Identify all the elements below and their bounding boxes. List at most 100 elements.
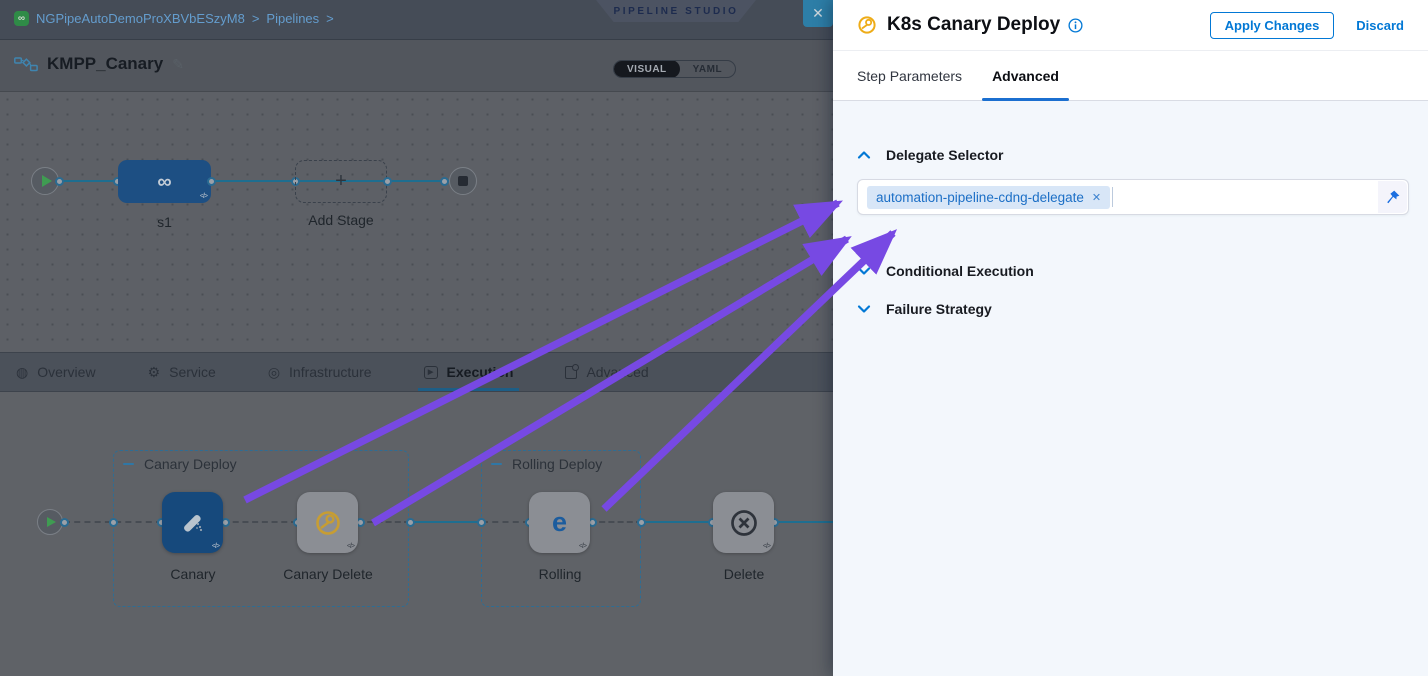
- breadcrumb-separator: >: [326, 11, 334, 26]
- chevron-down-icon: [857, 266, 871, 276]
- rolling-deploy-icon: e: [552, 509, 567, 536]
- delete-icon: [728, 507, 760, 539]
- discard-button[interactable]: Discard: [1356, 18, 1404, 33]
- connector-point: [637, 518, 646, 527]
- pin-icon: [1385, 189, 1401, 205]
- code-icon: </>: [347, 543, 354, 550]
- canary-delete-icon: [313, 508, 343, 538]
- pin-input-button[interactable]: [1378, 181, 1407, 213]
- stage-graph-canvas: ∞ </> + s1 Add Stage: [0, 92, 833, 352]
- delegate-tag-label: automation-pipeline-cdng-delegate: [876, 190, 1084, 205]
- yaml-toggle-button[interactable]: YAML: [680, 60, 735, 78]
- step-config-panel: K8s Canary Deploy Apply Changes Discard …: [833, 0, 1428, 676]
- connector-point: [109, 518, 118, 527]
- stage-label: s1: [118, 214, 211, 230]
- pipeline-studio-badge: PIPELINE STUDIO: [596, 0, 756, 22]
- add-stage-button[interactable]: +: [295, 160, 387, 203]
- section-label: Failure Strategy: [886, 301, 992, 317]
- panel-tab-bar: Step Parameters Advanced: [833, 51, 1428, 101]
- tab-label: Service: [169, 364, 216, 380]
- connector-point: [207, 177, 216, 186]
- tab-label: Advanced: [586, 364, 648, 380]
- pipeline-name: KMPP_Canary: [47, 54, 163, 74]
- panel-title: K8s Canary Deploy: [887, 14, 1060, 36]
- visual-toggle-button[interactable]: VISUAL: [614, 60, 680, 78]
- group-label: Canary Deploy: [144, 456, 237, 472]
- breadcrumb: ∞ NGPipeAutoDemoProXBVbESzyM8 > Pipeline…: [14, 11, 334, 26]
- connector-point: [406, 518, 415, 527]
- section-label: Conditional Execution: [886, 263, 1034, 279]
- edit-pipeline-name-icon[interactable]: ✎: [172, 56, 184, 73]
- step-label: Canary: [147, 566, 239, 582]
- breadcrumb-separator: >: [252, 11, 260, 26]
- breadcrumb-pipelines-link[interactable]: Pipelines: [266, 11, 319, 26]
- tab-label: Execution: [447, 364, 514, 380]
- step-label: Rolling: [514, 566, 606, 582]
- step-canary-delete[interactable]: </>: [297, 492, 358, 553]
- pipeline-end-node: [449, 167, 477, 195]
- section-label: Delegate Selector: [886, 147, 1004, 163]
- collapse-group-icon[interactable]: [491, 463, 502, 465]
- infrastructure-icon: ◎: [268, 365, 280, 379]
- remove-tag-icon[interactable]: ✕: [1092, 191, 1101, 204]
- tab-label: Overview: [37, 364, 95, 380]
- canary-deploy-icon: [176, 506, 210, 540]
- pipeline-studio-canvas: ∞ NGPipeAutoDemoProXBVbESzyM8 > Pipeline…: [0, 0, 833, 676]
- k8s-canary-step-icon: [857, 15, 877, 35]
- group-label: Rolling Deploy: [512, 456, 602, 472]
- tab-service[interactable]: ⚙ Service: [148, 353, 216, 391]
- tab-advanced[interactable]: Advanced: [565, 353, 648, 391]
- pipeline-title-bar: KMPP_Canary ✎ VISUAL YAML: [0, 40, 833, 92]
- section-delegate-selector[interactable]: Delegate Selector: [857, 147, 1409, 163]
- panel-header: K8s Canary Deploy Apply Changes Discard: [833, 0, 1428, 51]
- tab-overview[interactable]: ◍ Overview: [16, 353, 96, 391]
- connector-point: [477, 518, 486, 527]
- solid-connector: [410, 521, 482, 523]
- panel-content: Delegate Selector automation-pipeline-cd…: [833, 101, 1428, 676]
- breadcrumb-project-link[interactable]: NGPipeAutoDemoProXBVbESzyM8: [36, 11, 245, 26]
- overview-icon: ◍: [16, 365, 28, 379]
- dashed-connector: [590, 521, 642, 523]
- solid-connector: [642, 521, 713, 523]
- step-canary[interactable]: </>: [162, 492, 223, 553]
- stage-type-icon: ∞: [157, 172, 171, 192]
- section-failure-strategy[interactable]: Failure Strategy: [857, 301, 1409, 317]
- info-icon[interactable]: [1068, 18, 1083, 33]
- group-label-row: Rolling Deploy: [491, 456, 602, 472]
- connector-point: [60, 518, 69, 527]
- advanced-icon: [565, 366, 577, 379]
- connector-point: [383, 177, 392, 186]
- apply-changes-button[interactable]: Apply Changes: [1210, 12, 1335, 39]
- add-stage-label: Add Stage: [295, 212, 387, 228]
- tab-advanced[interactable]: Advanced: [992, 51, 1059, 100]
- gear-icon: ⚙: [148, 365, 161, 379]
- chevron-down-icon: [857, 304, 871, 314]
- tab-execution[interactable]: ▶ Execution: [424, 353, 514, 391]
- delegate-tag: automation-pipeline-cdng-delegate ✕: [867, 186, 1110, 209]
- tab-infrastructure[interactable]: ◎ Infrastructure: [268, 353, 372, 391]
- section-conditional-execution[interactable]: Conditional Execution: [857, 263, 1409, 279]
- pipeline-icon: [14, 57, 38, 72]
- dashed-connector: [223, 521, 297, 523]
- group-label-row: Canary Deploy: [123, 456, 237, 472]
- visual-yaml-toggle: VISUAL YAML: [613, 60, 736, 78]
- stage-tab-bar: ◍ Overview ⚙ Service ◎ Infrastructure ▶ …: [0, 352, 833, 392]
- step-delete[interactable]: </>: [713, 492, 774, 553]
- step-group-canary-deploy[interactable]: [113, 450, 409, 607]
- tab-step-parameters[interactable]: Step Parameters: [857, 51, 962, 100]
- stage-node-s1[interactable]: ∞ </>: [118, 160, 211, 203]
- close-studio-button[interactable]: ✕: [803, 0, 833, 27]
- step-rolling[interactable]: e </>: [529, 492, 590, 553]
- execution-icon: ▶: [424, 366, 438, 379]
- dashed-connector: [358, 521, 410, 523]
- stage-connector-line: [45, 180, 463, 182]
- connector-point: [440, 177, 449, 186]
- delegate-selector-input[interactable]: automation-pipeline-cdng-delegate ✕: [857, 179, 1409, 215]
- solid-connector: [774, 521, 833, 523]
- play-icon: [42, 175, 52, 187]
- stop-icon: [458, 176, 468, 186]
- dashed-connector: [482, 521, 529, 523]
- tab-label: Infrastructure: [289, 364, 371, 380]
- execution-graph-canvas: Canary Deploy Rolling Deploy: [0, 392, 833, 676]
- collapse-group-icon[interactable]: [123, 463, 134, 465]
